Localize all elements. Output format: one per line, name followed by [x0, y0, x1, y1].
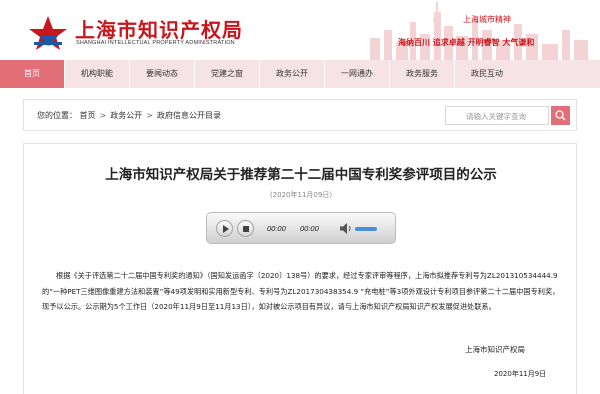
breadcrumb-bar: 您的位置： 首页 > 政务公开 > 政府信息公开目录 请输入关键字查询	[23, 99, 577, 131]
search-input[interactable]: 请输入关键字查询	[445, 106, 549, 125]
breadcrumb: 您的位置： 首页 > 政务公开 > 政府信息公开目录	[37, 110, 221, 121]
nav-item-functions[interactable]: 机构职能	[65, 60, 129, 88]
volume-slider[interactable]	[355, 227, 377, 231]
city-spirit-title: 上海城市精神	[463, 15, 511, 24]
article-panel: 上海市知识产权局关于推荐第二十二届中国专利奖参评项目的公示 (2020年11月0…	[23, 143, 577, 394]
article-date: (2020年11月09日)	[269, 191, 333, 199]
breadcrumb-prefix: 您的位置：	[37, 111, 77, 120]
search-icon	[555, 110, 566, 121]
audio-duration: 00:00	[300, 224, 319, 233]
article-signature: 上海市知识产权局	[465, 345, 525, 354]
breadcrumb-separator: >	[99, 111, 107, 120]
breadcrumb-item-catalog[interactable]: 政府信息公开目录	[157, 111, 221, 120]
volume-icon[interactable]	[340, 223, 352, 234]
site-logo-subtitle: SHANGHAI INTELLECTUAL PROPERTY ADMINISTR…	[76, 40, 235, 46]
article-title: 上海市知识产权局关于推荐第二十二届中国专利奖参评项目的公示	[105, 167, 497, 183]
breadcrumb-item-disclosure[interactable]: 政务公开	[110, 111, 142, 120]
nav-item-home[interactable]: 首页	[0, 60, 64, 88]
nav-item-disclosure[interactable]: 政务公开	[260, 60, 324, 88]
audio-player: 00:00 00:00	[206, 212, 396, 244]
site-logo-title[interactable]: 上海市知识产权局	[75, 14, 243, 43]
breadcrumb-separator: >	[146, 111, 153, 120]
city-spirit-slogan: 海纳百川 追求卓越 开明睿智 大气谦和	[398, 37, 535, 47]
nav-item-services[interactable]: 政务服务	[390, 60, 454, 88]
main-nav: 首页 机构职能 要闻动态 党建之窗 政务公开 一网通办 政务服务 政民互动	[0, 60, 600, 88]
skyline-illustration	[370, 2, 588, 60]
breadcrumb-item-home[interactable]: 首页	[80, 111, 96, 120]
article-sign-date: 2020年11月9日	[494, 370, 547, 378]
search-button[interactable]	[551, 106, 570, 125]
audio-current-time: 00:00	[267, 224, 286, 233]
nav-item-one-stop[interactable]: 一网通办	[325, 60, 389, 88]
stop-button[interactable]	[237, 220, 254, 237]
nav-item-interaction[interactable]: 政民互动	[455, 60, 519, 88]
nav-item-news[interactable]: 要闻动态	[130, 60, 194, 88]
site-header: 上海市知识产权局 SHANGHAI INTELLECTUAL PROPERTY …	[0, 0, 600, 60]
article-body: 根据《关于评选第二十二届中国专利奖的通知》（国知发运函字〔2020〕138号）的…	[42, 271, 560, 311]
logo-icon[interactable]	[28, 12, 68, 52]
nav-item-party[interactable]: 党建之窗	[195, 60, 259, 88]
play-button[interactable]	[216, 220, 233, 237]
